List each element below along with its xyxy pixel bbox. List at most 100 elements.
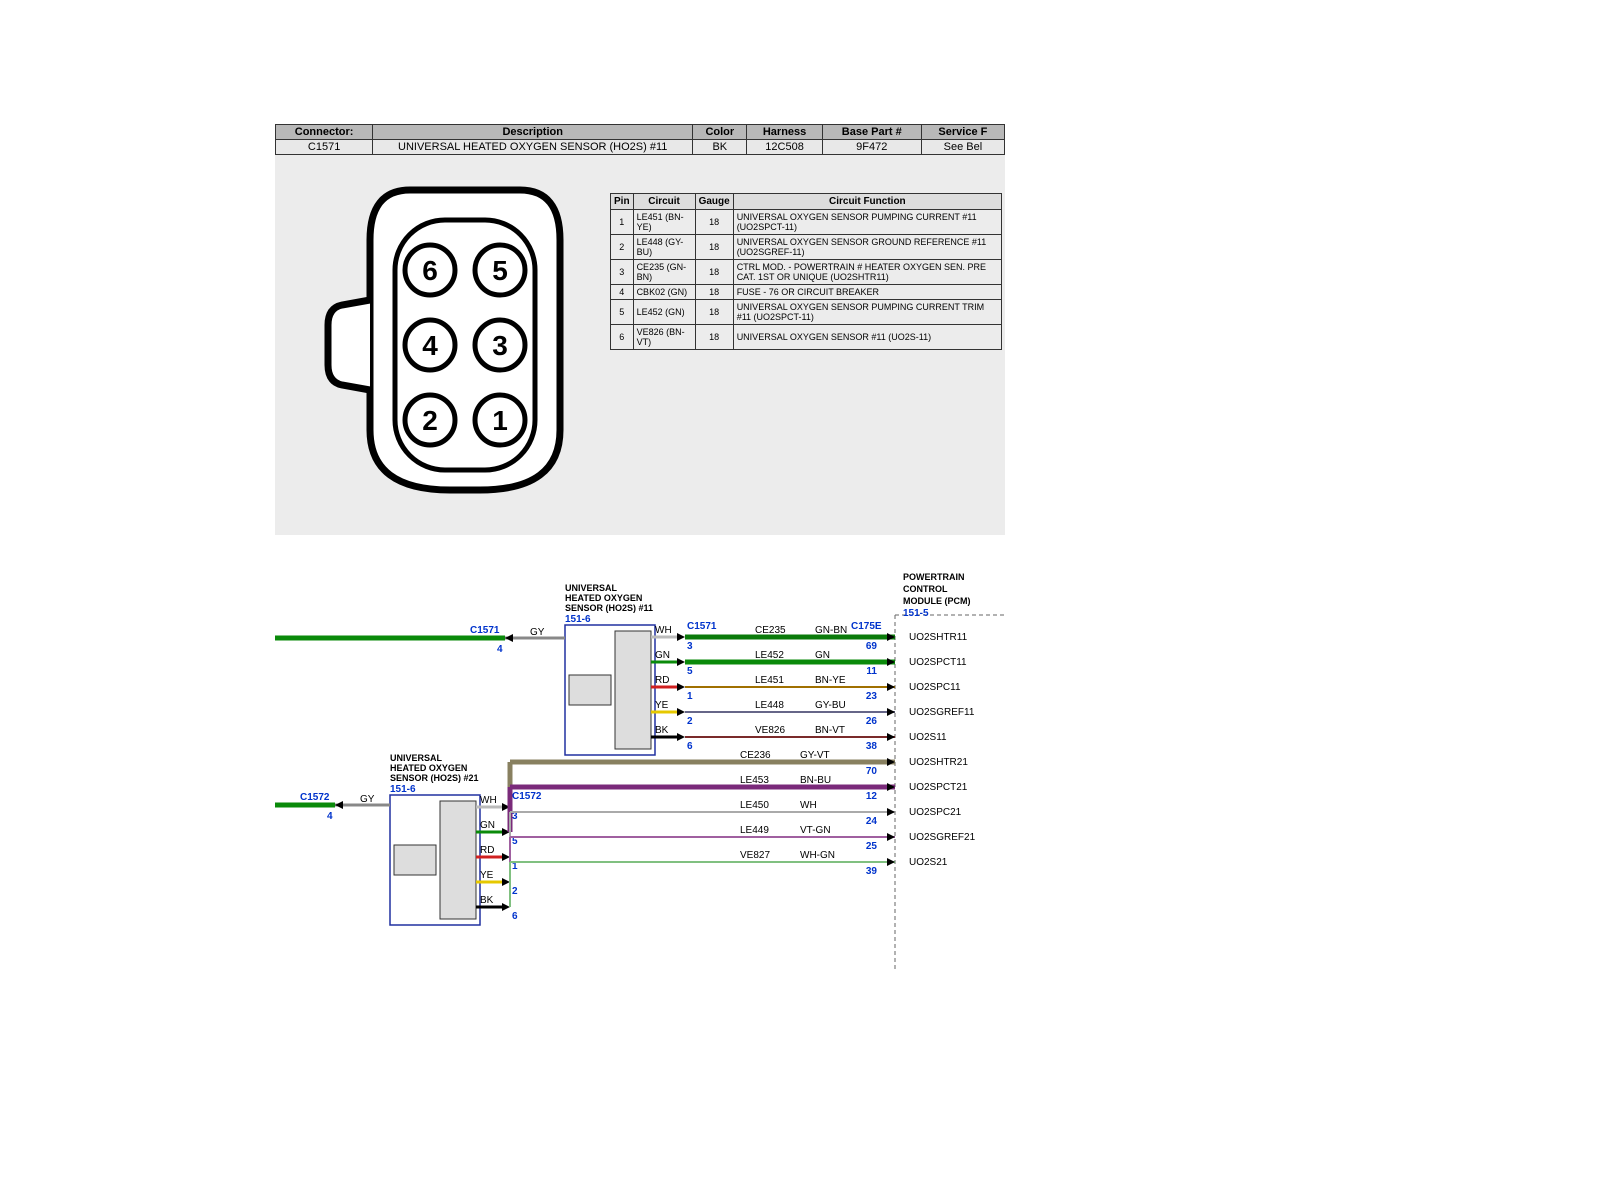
gauge-cell: 18 bbox=[695, 300, 733, 325]
signal-label: UO2S11 bbox=[909, 732, 947, 743]
sensor-ref: 151-6 bbox=[565, 614, 591, 625]
wire-pin: 2 bbox=[687, 716, 693, 727]
pin-row: 5 LE452 (GN) 18 UNIVERSAL OXYGEN SENSOR … bbox=[611, 300, 1002, 325]
wire-pin: 6 bbox=[687, 741, 693, 752]
func-cell: UNIVERSAL OXYGEN SENSOR #11 (UO2S-11) bbox=[733, 325, 1001, 350]
gauge-cell: 18 bbox=[695, 210, 733, 235]
conn-c175e: C175E bbox=[851, 621, 882, 632]
circuit-cell: LE448 (GY-BU) bbox=[633, 235, 695, 260]
pcm-pin: 69 bbox=[866, 641, 878, 652]
gauge-cell: 18 bbox=[695, 235, 733, 260]
func-cell: UNIVERSAL OXYGEN SENSOR PUMPING CURRENT … bbox=[733, 210, 1001, 235]
color-label: BN-VT bbox=[815, 725, 845, 736]
circuit-cell: LE452 (GN) bbox=[633, 300, 695, 325]
inner-color: YE bbox=[480, 870, 494, 881]
func-cell: UNIVERSAL OXYGEN SENSOR GROUND REFERENCE… bbox=[733, 235, 1001, 260]
color-label: GY-VT bbox=[800, 750, 830, 761]
color-label: GN bbox=[815, 650, 830, 661]
inner-color: GN bbox=[480, 820, 495, 831]
wire-pin: 3 bbox=[687, 641, 693, 652]
th-service: Service F bbox=[921, 125, 1004, 140]
signal-label: UO2SPCT21 bbox=[909, 782, 968, 793]
pin-label-1: 1 bbox=[492, 405, 508, 436]
pcm-pin: 23 bbox=[866, 691, 878, 702]
func-cell: FUSE - 76 OR CIRCUIT BREAKER bbox=[733, 285, 1001, 300]
inner-color: BK bbox=[480, 895, 494, 906]
circuit-cell: CBK02 (GN) bbox=[633, 285, 695, 300]
gauge-cell: 18 bbox=[695, 325, 733, 350]
pcm-pin: 25 bbox=[866, 841, 878, 852]
conn-c1572-left: C1572 bbox=[300, 792, 330, 803]
signal-label: UO2SGREF11 bbox=[909, 707, 975, 718]
pcm-title2: CONTROL bbox=[903, 584, 948, 594]
gauge-cell: 18 bbox=[695, 285, 733, 300]
signal-label: UO2SGREF21 bbox=[909, 832, 976, 843]
td-service: See Bel bbox=[921, 140, 1004, 155]
pcm-title3: MODULE (PCM) bbox=[903, 596, 971, 606]
td-basepart: 9F472 bbox=[822, 140, 921, 155]
pin-row: 3 CE235 (GN-BN) 18 CTRL MOD. - POWERTRAI… bbox=[611, 260, 1002, 285]
pcm-pin: 26 bbox=[866, 716, 878, 727]
inner-color: RD bbox=[655, 675, 669, 686]
circuit-label: VE827 bbox=[740, 850, 770, 861]
circuit-label: LE450 bbox=[740, 800, 769, 811]
pcm-pin: 38 bbox=[866, 741, 878, 752]
pin-cell: 3 bbox=[611, 260, 634, 285]
td-harness: 12C508 bbox=[747, 140, 822, 155]
circuit-cell: LE451 (BN-YE) bbox=[633, 210, 695, 235]
sensor-title: UNIVERSAL bbox=[390, 753, 443, 763]
th-description: Description bbox=[373, 125, 693, 140]
gauge-cell: 18 bbox=[695, 260, 733, 285]
circuit-label: VE826 bbox=[755, 725, 785, 736]
pin-4-21: 4 bbox=[327, 811, 333, 822]
pin-cell: 5 bbox=[611, 300, 634, 325]
inner-color: BK bbox=[655, 725, 669, 736]
color-label: WH bbox=[800, 800, 817, 811]
pin-cell: 2 bbox=[611, 235, 634, 260]
color-label: BN-BU bbox=[800, 775, 831, 786]
pin-th-2: Gauge bbox=[695, 194, 733, 210]
color-label: VT-GN bbox=[800, 825, 831, 836]
color-label: GN-BN bbox=[815, 625, 847, 636]
pin-4: 4 bbox=[497, 644, 503, 655]
td-connector: C1571 bbox=[276, 140, 373, 155]
circuit-label: LE453 bbox=[740, 775, 769, 786]
inner-color: YE bbox=[655, 700, 669, 711]
wire-pin: 2 bbox=[512, 886, 518, 897]
signal-label: UO2SPC21 bbox=[909, 807, 962, 818]
color-label: BN-YE bbox=[815, 675, 846, 686]
inner-color: WH bbox=[655, 625, 672, 636]
pin-label-5: 5 bbox=[492, 255, 508, 286]
pcm-pin: 39 bbox=[866, 866, 878, 877]
sensor-title: SENSOR (HO2S) #11 bbox=[565, 603, 653, 613]
pin-cell: 1 bbox=[611, 210, 634, 235]
signal-label: UO2SPCT11 bbox=[909, 657, 967, 668]
conn-c1571: C1571 bbox=[687, 621, 717, 632]
pcm-pin: 11 bbox=[866, 666, 877, 677]
circuit-label: LE451 bbox=[755, 675, 784, 686]
func-cell: CTRL MOD. - POWERTRAIN # HEATER OXYGEN S… bbox=[733, 260, 1001, 285]
wire-pin: 1 bbox=[687, 691, 693, 702]
inner-color: RD bbox=[480, 845, 494, 856]
conn-c1571-left: C1571 bbox=[470, 625, 500, 636]
pin-row: 2 LE448 (GY-BU) 18 UNIVERSAL OXYGEN SENS… bbox=[611, 235, 1002, 260]
sensor-ref: 151-6 bbox=[390, 784, 416, 795]
pcm-pin: 24 bbox=[866, 816, 878, 827]
wire-pin: 5 bbox=[687, 666, 693, 677]
signal-label: UO2S21 bbox=[909, 857, 948, 868]
wiring-diagram: POWERTRAINCONTROLMODULE (PCM)151-5UNIVER… bbox=[275, 570, 1005, 970]
circuit-cell: VE826 (BN-VT) bbox=[633, 325, 695, 350]
pin-table: PinCircuitGaugeCircuit Function 1 LE451 … bbox=[610, 193, 1002, 350]
td-color: BK bbox=[693, 140, 747, 155]
pin-label-2: 2 bbox=[422, 405, 438, 436]
pin-th-3: Circuit Function bbox=[733, 194, 1001, 210]
th-basepart: Base Part # bbox=[822, 125, 921, 140]
sensor-title: UNIVERSAL bbox=[565, 583, 618, 593]
circuit-label: CE236 bbox=[740, 750, 771, 761]
circuit-label: LE449 bbox=[740, 825, 769, 836]
inner-color: WH bbox=[480, 795, 497, 806]
inner-color: GN bbox=[655, 650, 670, 661]
pin-row: 4 CBK02 (GN) 18 FUSE - 76 OR CIRCUIT BRE… bbox=[611, 285, 1002, 300]
signal-label: UO2SPC11 bbox=[909, 682, 961, 693]
pin-row: 1 LE451 (BN-YE) 18 UNIVERSAL OXYGEN SENS… bbox=[611, 210, 1002, 235]
